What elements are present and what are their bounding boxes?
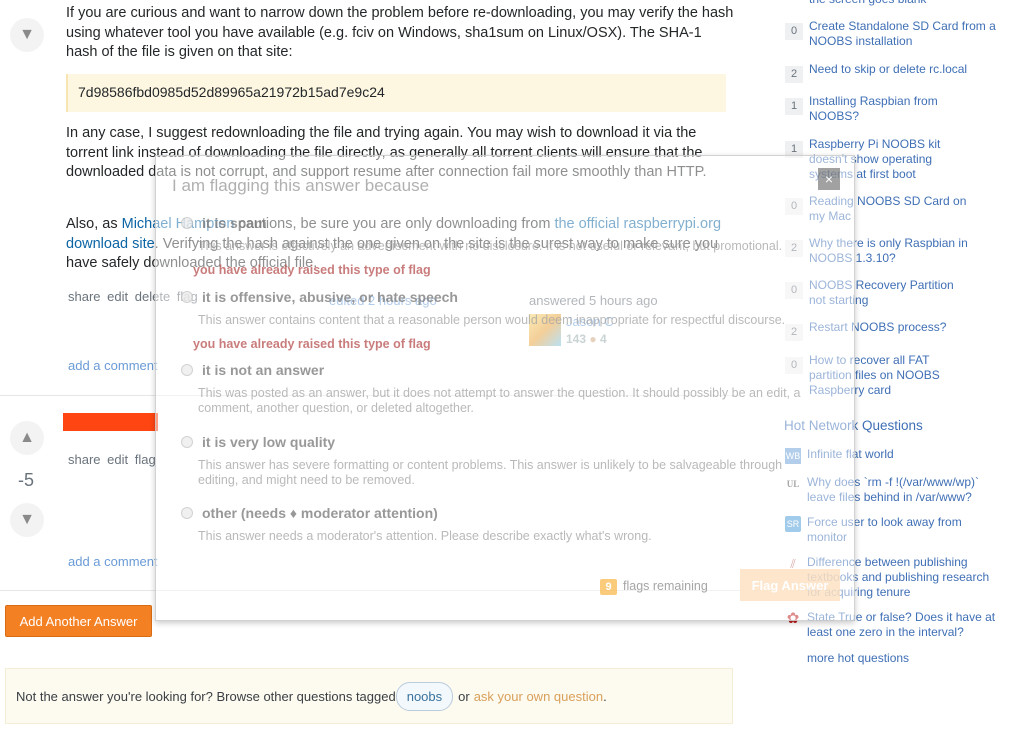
- option-label: it is not an answer: [202, 362, 325, 378]
- option-description: This answer contains content that a reas…: [198, 313, 786, 327]
- footer-text: .: [603, 688, 607, 704]
- footer-notice: Not the answer you're looking for? Brows…: [5, 668, 733, 724]
- radio-button[interactable]: [181, 507, 193, 519]
- already-flagged-warning: you have already raised this type of fla…: [193, 337, 431, 351]
- add-comment-link[interactable]: add a comment: [68, 554, 158, 569]
- tag-noobs[interactable]: noobs: [395, 681, 454, 711]
- option-description: This answer needs a moderator's attentio…: [198, 529, 652, 543]
- close-button[interactable]: ×: [818, 168, 840, 190]
- score-box: 0: [785, 23, 803, 40]
- vote-count: -5: [18, 470, 35, 490]
- linked-question[interactable]: 0 Create Standalone SD Card from a NOOBS …: [785, 19, 1005, 49]
- flag-answer-button[interactable]: Flag Answer: [740, 569, 840, 601]
- option-label: it is offensive, abusive, or hate speech: [202, 289, 458, 305]
- question-link[interactable]: Create Standalone SD Card from a NOOBS i…: [809, 19, 1005, 49]
- more-hot-questions-link[interactable]: more hot questions: [807, 651, 909, 666]
- already-flagged-warning: you have already raised this type of fla…: [193, 263, 431, 277]
- share-link[interactable]: share: [68, 452, 101, 467]
- linked-question[interactable]: 1 Installing Raspbian from NOOBS?: [785, 94, 1005, 124]
- hash-code-block: 7d98586fbd0985d52d89965a21972b15ad7e9c24: [66, 74, 726, 112]
- option-label: it is spam: [202, 215, 267, 231]
- ask-question-link[interactable]: ask your own question: [474, 689, 603, 704]
- flag-dialog: I am flagging this answer because × it i…: [155, 155, 855, 621]
- downvote-button[interactable]: ▼: [10, 18, 44, 52]
- flags-remaining-label: flags remaining: [623, 579, 708, 593]
- radio-button[interactable]: [181, 364, 193, 376]
- text: Also, as: [66, 216, 122, 232]
- arrow-up-icon: ▲: [19, 429, 35, 446]
- add-another-answer-button[interactable]: Add Another Answer: [5, 605, 152, 637]
- radio-button[interactable]: [181, 217, 193, 229]
- option-description: This answer is effectively an advertisem…: [198, 239, 783, 253]
- footer-text: or: [458, 688, 470, 704]
- option-label: other (needs ♦ moderator attention): [202, 505, 438, 521]
- question-link[interactable]: Need to skip or delete rc.local: [809, 62, 967, 83]
- linked-question[interactable]: 2 Need to skip or delete rc.local: [785, 62, 1005, 83]
- option-description: This was posted as an answer, but it doe…: [198, 386, 801, 415]
- dialog-title: I am flagging this answer because: [172, 176, 430, 195]
- flags-remaining-count: 9: [600, 579, 617, 595]
- flag-link[interactable]: flag: [135, 452, 156, 467]
- arrow-down-icon: ▼: [19, 511, 35, 528]
- footer-text: Not the answer you're looking for? Brows…: [16, 688, 396, 704]
- edit-link[interactable]: edit: [107, 289, 128, 304]
- downvote-button[interactable]: ▼: [10, 503, 44, 537]
- redacted-content-bar: [63, 413, 158, 431]
- add-comment-link[interactable]: add a comment: [68, 358, 158, 373]
- arrow-down-icon: ▼: [19, 26, 35, 43]
- edit-link[interactable]: edit: [107, 452, 128, 467]
- radio-button[interactable]: [181, 436, 193, 448]
- answer-paragraph: If you are curious and want to narrow do…: [66, 5, 734, 60]
- score-box: 1: [785, 98, 803, 115]
- score-box: 2: [785, 66, 803, 83]
- option-label: it is very low quality: [202, 434, 336, 450]
- question-link[interactable]: Installing Raspbian from NOOBS?: [809, 94, 949, 124]
- radio-button[interactable]: [181, 291, 193, 303]
- share-link[interactable]: share: [68, 289, 101, 304]
- post-menu: share edit flag: [68, 452, 156, 467]
- upvote-button[interactable]: ▲: [10, 421, 44, 455]
- option-description: This answer has severe formatting or con…: [198, 458, 783, 487]
- linked-question-cut[interactable]: the screen goes blank: [809, 0, 926, 7]
